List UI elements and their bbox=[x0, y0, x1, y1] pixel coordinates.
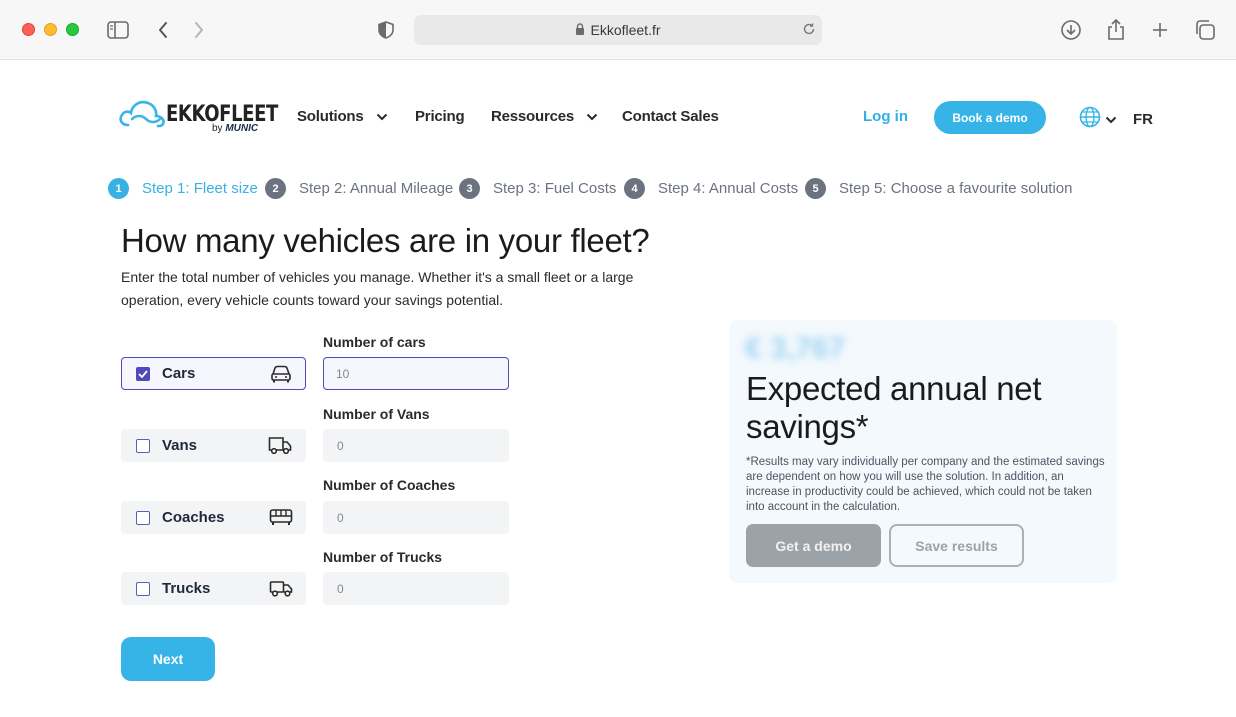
step-fleet-size[interactable]: 1 Step 1: Fleet size bbox=[108, 178, 258, 199]
checkbox-unchecked[interactable] bbox=[136, 510, 150, 525]
browser-toolbar: Ekkofleet.fr bbox=[0, 0, 1236, 60]
step-choose-solution[interactable]: 5 Step 5: Choose a favourite solution bbox=[805, 178, 1072, 199]
step-label: Step 1: Fleet size bbox=[142, 180, 258, 197]
vehicle-label: Cars bbox=[162, 365, 196, 382]
chevron-down-icon bbox=[376, 108, 388, 125]
vehicle-label: Trucks bbox=[162, 580, 211, 597]
step-label: Step 3: Fuel Costs bbox=[493, 180, 617, 197]
tab-overview-icon[interactable] bbox=[1193, 18, 1217, 42]
step-label: Step 2: Annual Mileage bbox=[299, 180, 454, 197]
new-tab-icon[interactable] bbox=[1148, 18, 1172, 42]
savings-disclaimer: *Results may vary individually per compa… bbox=[746, 456, 1105, 513]
vehicle-label: Coaches bbox=[162, 509, 225, 526]
checkbox-unchecked[interactable] bbox=[136, 438, 150, 453]
vehicle-label: Vans bbox=[162, 437, 198, 454]
download-icon[interactable] bbox=[1059, 18, 1083, 42]
cars-count-input[interactable] bbox=[323, 357, 509, 390]
next-button[interactable]: Next bbox=[121, 637, 215, 681]
maximize-window-button[interactable] bbox=[66, 23, 79, 36]
login-link[interactable]: Log in bbox=[863, 108, 908, 125]
globe-icon bbox=[1079, 106, 1101, 132]
savings-title: Expected annual net savings* bbox=[746, 370, 1042, 445]
truck-icon bbox=[269, 578, 293, 602]
vehicle-option-trucks[interactable]: Trucks bbox=[121, 572, 306, 605]
van-icon bbox=[268, 435, 292, 459]
checkbox-checked[interactable] bbox=[136, 366, 150, 381]
checkbox-unchecked[interactable] bbox=[136, 581, 150, 596]
savings-amount-blurred: € 3,767 bbox=[745, 332, 846, 365]
vehicle-option-vans[interactable]: Vans bbox=[121, 429, 306, 462]
step-number: 5 bbox=[805, 178, 826, 199]
close-window-button[interactable] bbox=[22, 23, 35, 36]
privacy-shield-icon[interactable] bbox=[374, 18, 398, 42]
cloud-logo-icon bbox=[118, 95, 166, 134]
step-number: 2 bbox=[265, 178, 286, 199]
coaches-count-label: Number of Coaches bbox=[323, 477, 456, 493]
nav-solutions-label: Solutions bbox=[297, 108, 364, 125]
save-results-button[interactable]: Save results bbox=[889, 524, 1024, 567]
nav-solutions[interactable]: Solutions bbox=[297, 108, 388, 125]
step-number: 1 bbox=[108, 178, 129, 199]
language-label: FR bbox=[1133, 110, 1153, 128]
trucks-count-label: Number of Trucks bbox=[323, 549, 443, 565]
step-annual-costs[interactable]: 4 Step 4: Annual Costs bbox=[624, 178, 798, 199]
nav-contact-sales[interactable]: Contact Sales bbox=[622, 108, 719, 125]
step-label: Step 5: Choose a favourite solution bbox=[839, 180, 1073, 197]
car-icon bbox=[270, 364, 292, 388]
share-icon[interactable] bbox=[1104, 18, 1128, 42]
reload-icon[interactable] bbox=[802, 22, 816, 39]
logo-byline: by MUNIC bbox=[212, 123, 259, 134]
step-annual-mileage[interactable]: 2 Step 2: Annual Mileage bbox=[265, 178, 453, 199]
sidebar-toggle-icon[interactable] bbox=[106, 18, 130, 42]
lock-icon bbox=[575, 22, 585, 38]
chevron-down-icon bbox=[586, 108, 598, 125]
savings-card: € 3,767 Expected annual net savings* *Re… bbox=[729, 320, 1117, 583]
nav-ressources-label: Ressources bbox=[491, 108, 575, 125]
minimize-window-button[interactable] bbox=[44, 23, 57, 36]
cars-count-label: Number of cars bbox=[323, 334, 426, 350]
step-fuel-costs[interactable]: 3 Step 3: Fuel Costs bbox=[459, 178, 616, 199]
vans-count-input[interactable] bbox=[323, 429, 509, 462]
bus-icon bbox=[269, 507, 293, 531]
nav-contact-sales-label: Contact Sales bbox=[622, 108, 719, 125]
back-arrow-icon[interactable] bbox=[151, 18, 175, 42]
vans-count-label: Number of Vans bbox=[323, 406, 430, 422]
page-title: How many vehicles are in your fleet? bbox=[121, 222, 650, 259]
step-number: 3 bbox=[459, 178, 480, 199]
nav-pricing[interactable]: Pricing bbox=[415, 108, 465, 125]
step-label: Step 4: Annual Costs bbox=[658, 180, 799, 197]
nav-pricing-label: Pricing bbox=[415, 108, 465, 125]
vehicle-option-cars[interactable]: Cars bbox=[121, 357, 306, 390]
trucks-count-input[interactable] bbox=[323, 572, 509, 605]
language-selector[interactable]: FR bbox=[1079, 106, 1153, 132]
intro-text: Enter the total number of vehicles you m… bbox=[121, 269, 634, 308]
get-demo-button[interactable]: Get a demo bbox=[746, 524, 881, 567]
chevron-down-icon bbox=[1105, 111, 1117, 128]
forward-arrow-icon[interactable] bbox=[187, 18, 211, 42]
nav-ressources[interactable]: Ressources bbox=[491, 108, 598, 125]
address-bar[interactable]: Ekkofleet.fr bbox=[414, 15, 822, 45]
url-text: Ekkofleet.fr bbox=[590, 22, 661, 38]
ekkofleet-logo[interactable]: EKKOFLEET by MUNIC bbox=[118, 95, 302, 134]
book-demo-button[interactable]: Book a demo bbox=[934, 101, 1046, 134]
coaches-count-input[interactable] bbox=[323, 501, 509, 534]
step-number: 4 bbox=[624, 178, 645, 199]
vehicle-option-coaches[interactable]: Coaches bbox=[121, 501, 306, 534]
